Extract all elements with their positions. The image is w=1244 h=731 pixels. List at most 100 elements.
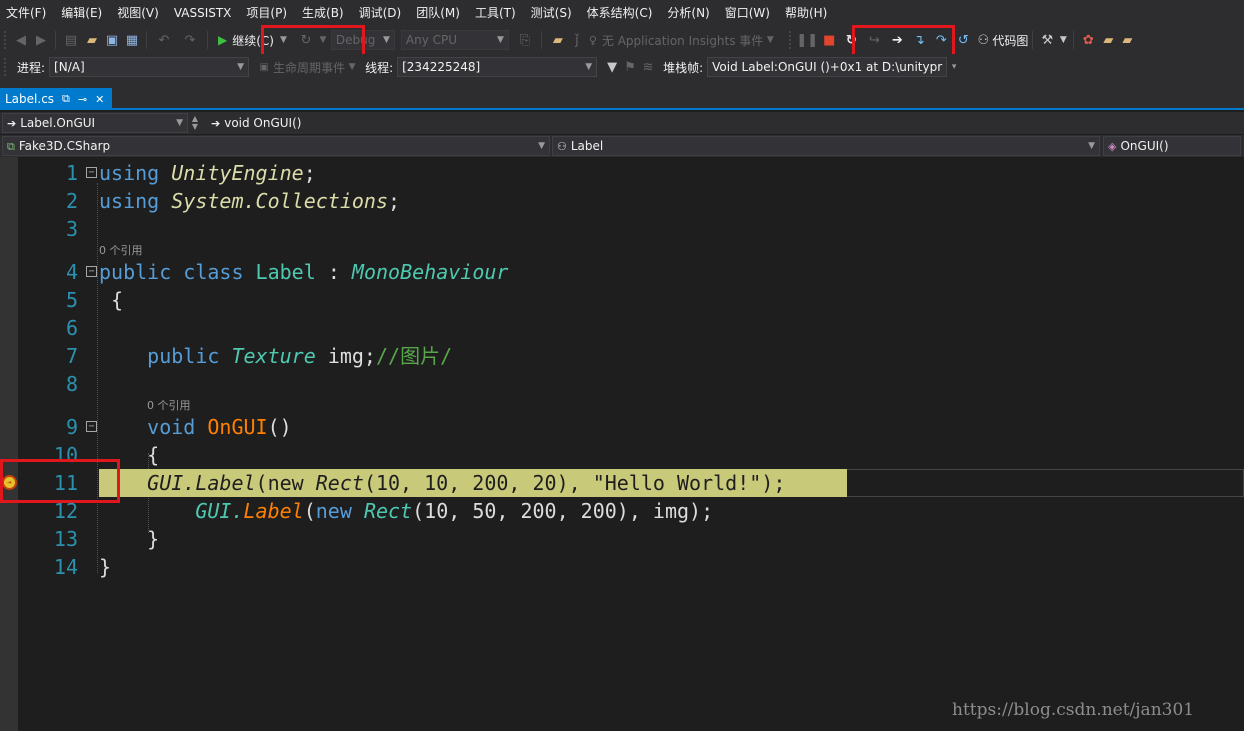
code-line: 7 public Texture img;//图片/ [65,344,453,368]
class-select[interactable]: ⚇ Label ▼ [552,136,1100,156]
code-line: 10 { [53,443,160,467]
watermark: https://blog.csdn.net/jan301 [952,700,1195,720]
scroll-arrows-icon[interactable]: ▲ ▼ [188,112,202,134]
pin-icon[interactable]: ⊸ [78,93,87,106]
code-line: 9 − void OnGUI() [65,415,292,439]
filter-icon[interactable]: ▼ [603,56,621,78]
open-file-icon[interactable]: ▰ [82,29,102,51]
redo-icon[interactable]: ↷ [177,29,203,51]
chevron-down-icon[interactable]: ▼ [345,56,359,78]
collapse-icon[interactable]: − [86,167,97,178]
process-select[interactable]: [N/A] ▼ [49,57,250,77]
code-lens-references[interactable]: 0 个引用 [147,397,191,413]
code-map-button[interactable]: 代码图 [992,29,1028,51]
menu-item[interactable]: 工具(T) [469,0,525,26]
continue-button[interactable]: ▶ 继续(C) ▼ [212,29,293,51]
folder-icon[interactable]: ▰ [1098,29,1118,51]
paint-icon[interactable]: ✿ [1078,29,1098,51]
menu-item[interactable]: 生成(B) [296,0,353,26]
menu-item[interactable]: 团队(M) [410,0,469,26]
project-icon: ⧉ [7,139,15,153]
tab-label-cs[interactable]: Label.cs ⧉ ⊸ ✕ [0,88,112,110]
tools-icon[interactable]: ⚒ [1037,29,1057,51]
menu-item[interactable]: 项目(P) [240,0,296,26]
member-select[interactable]: ➔ void OnGUI() [206,113,406,133]
collapse-icon[interactable]: − [86,266,97,277]
new-project-icon[interactable]: ▤ [60,29,82,51]
save-all-icon[interactable]: ▦ [122,29,142,51]
chevron-down-icon[interactable]: ▼ [280,35,287,45]
show-next-icon[interactable]: ➔ [886,29,908,51]
folder-open-icon[interactable]: ▰ [1118,29,1136,51]
find-in-files-icon[interactable]: ▰ [546,29,570,51]
code-line: 3 [65,217,78,241]
dropdown-icon[interactable]: ⧉ [62,92,70,106]
member-scope-select[interactable]: ➔ Label.OnGUI ▼ [2,113,188,133]
menu-item[interactable]: 文件(F) [0,0,55,26]
step-into-icon[interactable]: ↴ [908,29,930,51]
code-line: 5 { [65,288,124,312]
stack-frame-label: 堆栈帧: [663,60,704,75]
chevron-down-icon[interactable]: ▼ [1057,29,1069,51]
close-icon[interactable]: ✕ [95,93,104,106]
tab-title: Label.cs [5,92,55,106]
menu-item[interactable]: 窗口(W) [719,0,779,26]
stop-icon[interactable]: ■ [818,29,840,51]
method-icon: ◈ [1108,140,1117,153]
method-select[interactable]: ◈ OnGUI() [1103,136,1241,156]
menu-item[interactable]: 调试(D) [353,0,411,26]
chevron-down-icon[interactable]: ▼ [317,29,329,51]
menu-item[interactable]: 体系结构(C) [581,0,662,26]
member-navigation-bar: ➔ Label.OnGUI ▼ ▲ ▼ ➔ void OnGUI() [0,112,1244,134]
threads-icon[interactable]: ≋ [639,56,657,78]
code-line: 13 } [53,527,160,551]
menu-item[interactable]: 编辑(E) [55,0,111,26]
show-next-statement-icon[interactable]: ↪ [862,29,886,51]
forward-icon[interactable]: ▶ [31,29,51,51]
pause-icon[interactable]: ❚❚ [796,29,818,51]
undo-icon[interactable]: ↶ [151,29,177,51]
menu-item[interactable]: VASSISTX [168,0,241,26]
continue-label: 继续(C) [232,33,274,48]
flag-icon[interactable]: ⚑ [621,56,639,78]
toolbar-grip[interactable] [4,31,8,49]
stack-frame-select[interactable]: Void Label:OnGUI ()+0x1 at D:\unitypr▼ [707,57,948,77]
application-insights-label[interactable]: 无 Application Insights 事件 [602,29,763,51]
refresh-icon[interactable]: ↻ [295,29,317,51]
chevron-down-icon[interactable]: ▼ [763,29,777,51]
thread-select[interactable]: [234225248] ▼ [397,57,598,77]
light-bulb-icon[interactable]: ǰ [570,29,584,51]
restart-icon[interactable]: ↻ [840,29,862,51]
class-icon: ⚇ [557,140,567,153]
collapse-icon[interactable]: − [86,421,97,432]
chevron-down-icon[interactable]: ▾ [947,56,961,78]
code-lens-references[interactable]: 0 个引用 [99,242,143,258]
process-label: 进程: [17,60,46,75]
lifecycle-events-button[interactable]: 生命周期事件 [273,56,345,78]
solution-platform-select[interactable]: Any CPU ▼ [400,30,509,50]
step-out-icon[interactable]: ↺ [952,29,974,51]
execution-pointer-icon[interactable]: ➔ [2,475,17,490]
menu-item[interactable]: 测试(S) [525,0,581,26]
menu-item[interactable]: 分析(N) [661,0,718,26]
lifecycle-icon: ▣ [259,61,269,73]
thread-label: 线程: [365,60,394,75]
solution-configuration-select[interactable]: Debug ▼ [330,30,395,50]
code-line: 2 using System.Collections; [65,189,401,213]
back-icon[interactable]: ◀ [11,29,31,51]
project-select[interactable]: ⧉ Fake3D.CSharp ▼ [2,136,550,156]
play-icon: ▶ [218,33,228,47]
document-tab-strip: Label.cs ⧉ ⊸ ✕ [0,80,1244,110]
code-editor[interactable]: 1 − using UnityEngine; 2 using System.Co… [0,157,1244,731]
code-line: 8 [65,372,78,396]
menu-item[interactable]: 视图(V) [111,0,168,26]
attach-icon[interactable]: ⎘ [513,29,537,51]
standard-toolbar: ◀ ▶ ▤ ▰ ▣ ▦ ↶ ↷ ▶ 继续(C) ▼ ↻ ▼ Debug ▼ Any… [0,26,1244,54]
application-insights-icon: ♀ [588,33,597,47]
code-line: 12 GUI.Label(new Rect(10, 50, 200, 200),… [53,499,714,523]
debug-location-toolbar: 进程: [N/A] ▼ ▣ 生命周期事件 ▼ 线程: [234225248] ▼ ▼… [0,54,1244,80]
step-over-icon[interactable]: ↷ [930,29,952,51]
code-line: 6 [65,316,78,340]
menu-item[interactable]: 帮助(H) [779,0,836,26]
save-icon[interactable]: ▣ [102,29,122,51]
